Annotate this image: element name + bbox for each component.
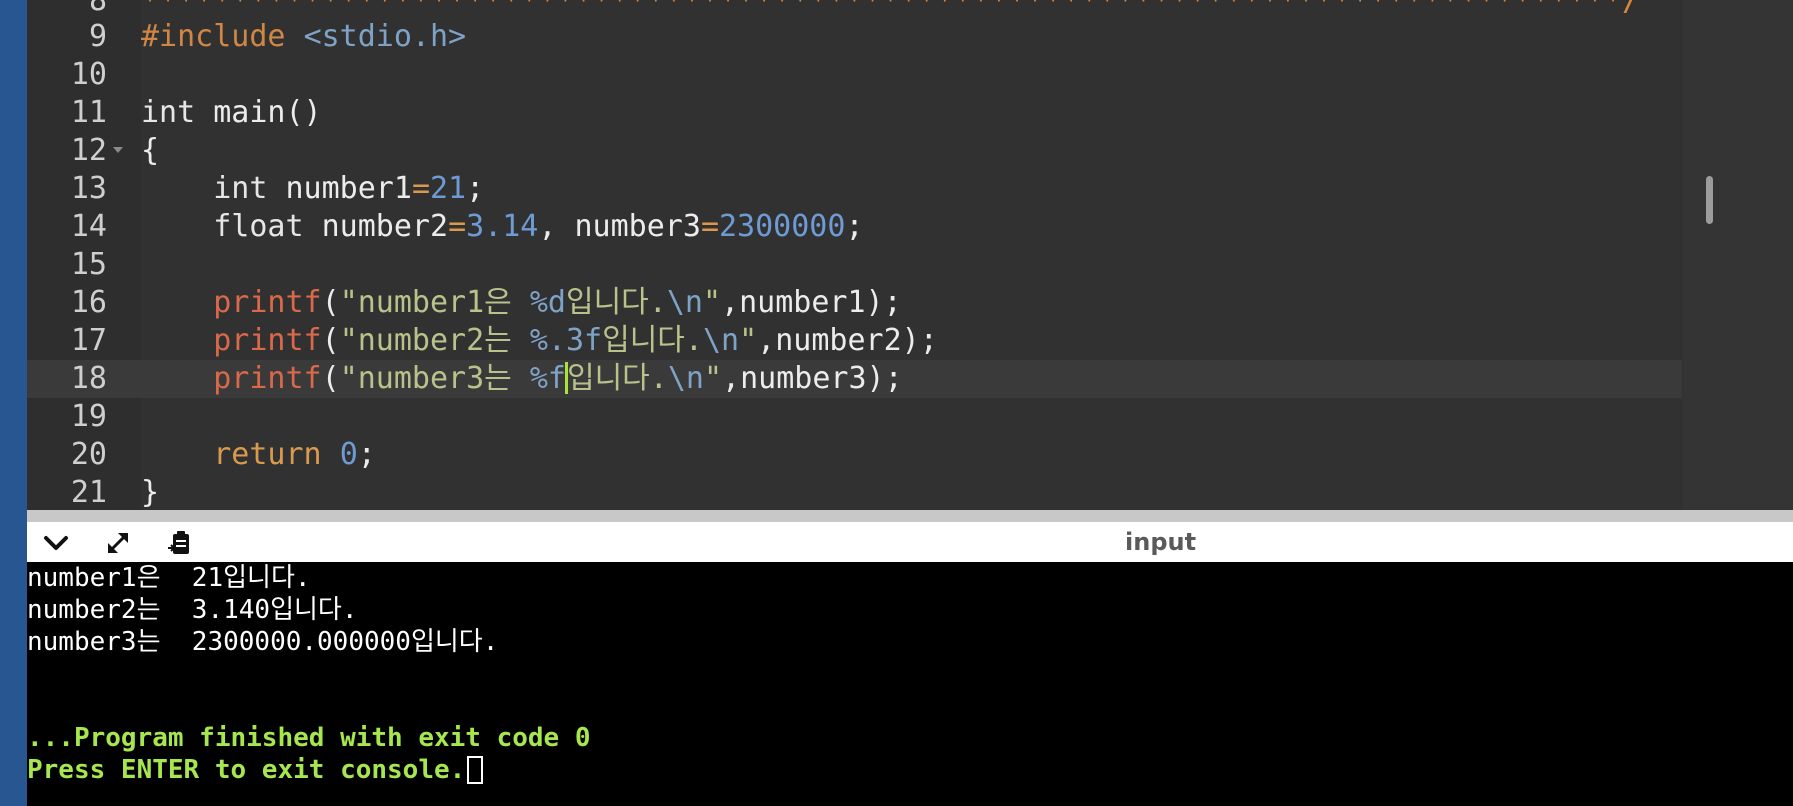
escape-sequence: \n bbox=[702, 323, 740, 358]
line-number: 21 bbox=[70, 475, 107, 510]
console-title: input bbox=[1125, 528, 1197, 556]
fold-arrow-icon[interactable] bbox=[113, 147, 123, 153]
code-text: ; bbox=[357, 437, 376, 472]
string-literal: " bbox=[703, 361, 723, 396]
line-number: 12 bbox=[70, 133, 107, 168]
line-number: 11 bbox=[70, 95, 107, 130]
operator: = bbox=[448, 209, 467, 244]
panel-splitter[interactable] bbox=[27, 510, 1793, 522]
code-text: } bbox=[141, 475, 160, 510]
keyword: return bbox=[213, 437, 322, 472]
operator: = bbox=[411, 171, 430, 206]
number-literal: 0 bbox=[339, 437, 358, 472]
string-literal: "number3는 bbox=[339, 361, 530, 396]
line-number: 18 bbox=[70, 361, 107, 396]
line-number: 8 bbox=[88, 0, 107, 18]
code-line[interactable]: 9 #include <stdio.h> bbox=[27, 18, 1682, 56]
comment-text: ****************************************… bbox=[141, 0, 1641, 18]
terminal-cursor bbox=[467, 756, 484, 784]
code-line[interactable]: 17 printf("number2는 %.3f입니다.\n",number2)… bbox=[27, 322, 1682, 360]
clipboard-icon[interactable] bbox=[167, 530, 193, 556]
number-literal: 3.14 bbox=[466, 209, 539, 244]
line-number: 19 bbox=[70, 399, 107, 434]
line-number: 20 bbox=[70, 437, 107, 472]
prompt-text: Press ENTER to exit console. bbox=[27, 755, 466, 785]
string-literal: "number1은 bbox=[339, 285, 530, 320]
identifier: , number3 bbox=[538, 209, 701, 244]
code-line-current[interactable]: 18 printf("number3는 %f입니다.\n",number3); bbox=[27, 360, 1682, 398]
include-header: <stdio.h> bbox=[303, 19, 467, 54]
string-literal: 입니다. bbox=[565, 285, 667, 320]
code-line[interactable]: 12 { bbox=[27, 132, 1682, 170]
escape-sequence: \n bbox=[667, 361, 704, 396]
console-toolbar: input bbox=[27, 522, 1793, 562]
left-accent-strip bbox=[0, 0, 27, 806]
identifier: number1 bbox=[267, 171, 412, 206]
keyword: int bbox=[213, 171, 268, 206]
number-literal: 21 bbox=[430, 171, 467, 206]
format-specifier: %f bbox=[529, 361, 566, 396]
function-name: printf bbox=[213, 323, 322, 358]
string-literal: "number2는 bbox=[339, 323, 530, 358]
line-number: 17 bbox=[70, 323, 107, 358]
code-line[interactable]: 10 bbox=[27, 56, 1682, 94]
code-line[interactable]: 8 **************************************… bbox=[27, 0, 1682, 20]
line-number: 9 bbox=[88, 19, 107, 54]
number-literal: 2300000 bbox=[719, 209, 846, 244]
code-text: main() bbox=[195, 95, 322, 130]
format-specifier: %.3f bbox=[529, 323, 603, 358]
code-text: ,number2); bbox=[757, 323, 938, 358]
format-specifier: %d bbox=[529, 285, 566, 320]
code-line[interactable]: 13 int number1=21; bbox=[27, 170, 1682, 208]
code-text: ( bbox=[321, 361, 340, 396]
console-line: number1은 21입니다. bbox=[27, 563, 311, 593]
keyword: float bbox=[213, 209, 304, 244]
code-text: ; bbox=[466, 171, 485, 206]
code-line[interactable]: 16 printf("number1은 %d입니다.\n",number1); bbox=[27, 284, 1682, 322]
keyword: int bbox=[141, 95, 196, 130]
code-text: ( bbox=[321, 285, 340, 320]
string-literal: " bbox=[739, 323, 758, 358]
code-line[interactable]: 21 } bbox=[27, 474, 1682, 510]
code-text: { bbox=[141, 133, 160, 168]
function-name: printf bbox=[213, 361, 322, 396]
expand-icon[interactable] bbox=[105, 530, 131, 556]
editor-right-gutter bbox=[1683, 0, 1793, 510]
console-line: number3는 2300000.000000입니다. bbox=[27, 627, 499, 657]
code-text: ( bbox=[321, 323, 340, 358]
preprocessor-directive: #include bbox=[141, 19, 286, 54]
line-number: 14 bbox=[70, 209, 107, 244]
string-literal: 입니다. bbox=[566, 361, 668, 396]
escape-sequence: \n bbox=[666, 285, 703, 320]
code-line[interactable]: 20 return 0; bbox=[27, 436, 1682, 474]
operator: = bbox=[700, 209, 719, 244]
code-line[interactable]: 19 bbox=[27, 398, 1682, 436]
function-name: printf bbox=[213, 285, 322, 320]
identifier: number2 bbox=[303, 209, 449, 244]
line-number: 15 bbox=[70, 247, 107, 282]
console-line: number2는 3.140입니다. bbox=[27, 595, 358, 625]
code-line[interactable]: 15 bbox=[27, 246, 1682, 284]
code-line[interactable]: 11 int main() bbox=[27, 94, 1682, 132]
code-editor[interactable]: 8 **************************************… bbox=[27, 0, 1793, 510]
code-text: ; bbox=[845, 209, 864, 244]
code-text: ,number1); bbox=[721, 285, 902, 320]
console-output[interactable]: number1은 21입니다. number2는 3.140입니다. numbe… bbox=[27, 562, 1793, 806]
string-literal: " bbox=[702, 285, 722, 320]
line-number: 10 bbox=[70, 57, 107, 92]
line-number: 13 bbox=[70, 171, 107, 206]
code-line[interactable]: 14 float number2=3.14, number3=2300000; bbox=[27, 208, 1682, 246]
editor-scrollbar-thumb[interactable] bbox=[1706, 176, 1713, 224]
code-text: ,number3); bbox=[722, 361, 903, 396]
line-number: 16 bbox=[70, 285, 107, 320]
console-prompt: Press ENTER to exit console. bbox=[27, 754, 484, 786]
string-literal: 입니다. bbox=[602, 323, 703, 358]
exit-code-message: ...Program finished with exit code 0 bbox=[27, 723, 591, 753]
chevron-down-icon[interactable] bbox=[43, 530, 69, 556]
